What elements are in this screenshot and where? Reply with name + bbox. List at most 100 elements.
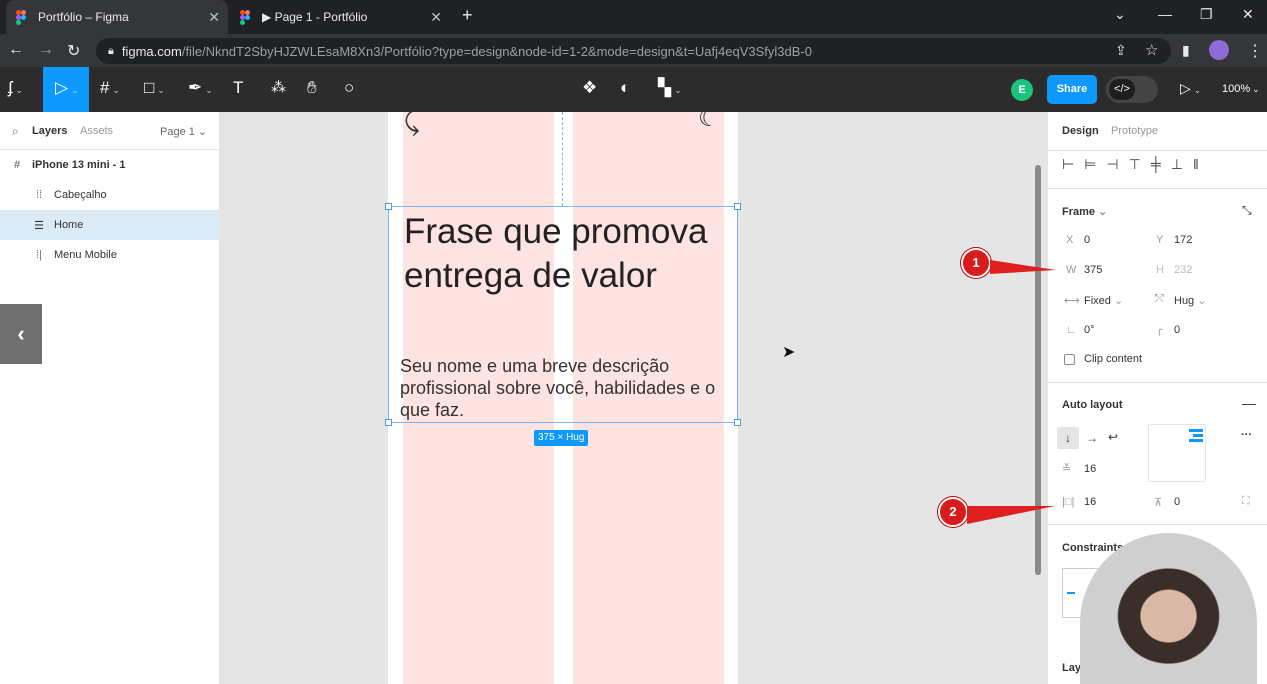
move-tool-button[interactable]: ▷ ⌄ xyxy=(43,67,89,112)
forward-icon[interactable]: → xyxy=(38,41,54,59)
wrap-direction-icon[interactable]: ↩ xyxy=(1108,430,1118,444)
tab-layers[interactable]: Layers xyxy=(32,125,67,137)
height-mode-select[interactable]: Hug ⌄ xyxy=(1174,294,1206,307)
rotation-input[interactable]: 0° xyxy=(1084,324,1095,336)
resources-icon[interactable]: ⁂ xyxy=(271,78,286,96)
close-window-icon[interactable]: ✕ xyxy=(1242,6,1254,23)
avatar[interactable]: E xyxy=(1011,79,1033,101)
remove-auto-layout-icon[interactable]: — xyxy=(1242,395,1256,411)
tab-label: Portfólio – Figma xyxy=(38,10,129,24)
chrome-menu-icon[interactable]: ⋮ xyxy=(1247,41,1263,61)
resize-to-fit-icon[interactable]: ⤡ xyxy=(1242,203,1252,218)
align-bottom-icon[interactable]: ⊥ xyxy=(1171,156,1193,172)
clip-content-checkbox[interactable] xyxy=(1064,354,1075,365)
width-resize-icon: ⟷ xyxy=(1064,295,1080,307)
align-center-h-icon[interactable]: ⊨ xyxy=(1084,156,1106,172)
close-tab-icon[interactable]: ✕ xyxy=(430,9,442,26)
x-input[interactable]: 0 xyxy=(1084,234,1090,246)
reload-icon[interactable]: ↻ xyxy=(67,41,80,61)
design-canvas[interactable]: ⤹ ☾ Frase que promova entrega de valor S… xyxy=(220,112,1047,684)
hero-headline[interactable]: Frase que promova entrega de valor xyxy=(404,210,724,298)
url-input[interactable]: 🔒︎ figma.com /file/NkndT2SbyHJZWLEsaM8Xn… xyxy=(96,38,1171,64)
side-panel-icon[interactable]: ▮ xyxy=(1182,42,1190,59)
figma-toolbar: ʄ ⌄ ▷ ⌄ # ⌄ □ ⌄ ✒ ⌄ T ⁂ ✋︎ ○ ❖ ◐ ▚ ⌄ E Share <… xyxy=(0,67,1267,112)
back-icon[interactable]: ← xyxy=(8,41,24,59)
mouse-cursor-icon: ➤ xyxy=(782,344,796,361)
width-mode-select[interactable]: Fixed ⌄ xyxy=(1084,294,1123,307)
distribute-icon[interactable]: ‖ xyxy=(1193,156,1209,172)
bookmark-star-icon[interactable]: ☆ xyxy=(1145,41,1158,59)
dev-mode-toggle[interactable]: </> xyxy=(1106,76,1158,103)
comment-tool-icon[interactable]: ○ xyxy=(344,78,354,98)
hero-description[interactable]: Seu nome e uma breve descrição profissio… xyxy=(400,355,730,421)
resize-handle[interactable] xyxy=(385,203,392,210)
horizontal-direction-icon[interactable]: → xyxy=(1086,431,1098,445)
tab-assets[interactable]: Assets xyxy=(80,125,113,137)
divider xyxy=(1048,382,1267,383)
maximize-icon[interactable]: ❐ xyxy=(1200,6,1213,23)
layer-iphone-frame[interactable]: # iPhone 13 mini - 1 xyxy=(0,150,219,180)
boolean-ops-icon[interactable]: ▚ ⌄ xyxy=(658,78,682,98)
share-button[interactable]: Share xyxy=(1047,75,1097,104)
individual-padding-icon[interactable]: ⛶ xyxy=(1242,495,1250,508)
callout-arrow-shape xyxy=(990,260,1056,274)
advanced-settings-icon[interactable]: ··· xyxy=(1241,429,1252,441)
pen-tool-icon[interactable]: ✒ ⌄ xyxy=(188,78,213,98)
resize-handle[interactable] xyxy=(385,419,392,426)
vertical-padding-icon: ⊼ xyxy=(1154,497,1163,509)
y-input[interactable]: 172 xyxy=(1174,234,1192,246)
profile-avatar[interactable] xyxy=(1209,40,1229,60)
w-input[interactable]: 375 xyxy=(1084,264,1102,276)
vertical-padding-input[interactable]: 0 xyxy=(1174,496,1180,508)
tab-prototype[interactable]: Prototype xyxy=(1111,125,1158,137)
layer-home[interactable]: ☰ Home xyxy=(0,210,219,240)
browser-tab-strip: Portfólio – Figma ✕ ▶ Page 1 - Portfólio… xyxy=(0,0,1267,34)
zoom-level[interactable]: 100% ⌄ xyxy=(1222,83,1260,95)
resize-handle[interactable] xyxy=(734,419,741,426)
tab-design[interactable]: Design xyxy=(1062,125,1099,137)
alignment-grid[interactable] xyxy=(1148,424,1206,482)
present-icon[interactable]: ▷ ⌄ xyxy=(1180,80,1201,97)
tab-prototype[interactable]: ▶ Page 1 - Portfólio ✕ xyxy=(230,0,450,34)
mask-icon[interactable]: ◐ xyxy=(620,78,630,98)
vertical-direction-button[interactable]: ↓ xyxy=(1057,427,1079,449)
search-icon[interactable]: ⌕ xyxy=(12,124,19,139)
layer-label: Cabeçalho xyxy=(54,189,107,201)
minimize-icon[interactable]: — xyxy=(1158,6,1172,22)
tab-search-icon[interactable]: ⌄ xyxy=(1114,6,1126,23)
frame-tool-icon[interactable]: # ⌄ xyxy=(100,78,120,98)
figma-main-menu-icon[interactable]: ʄ ⌄ xyxy=(8,78,23,98)
moon-icon[interactable]: ☾ xyxy=(698,112,720,133)
radius-input[interactable]: 0 xyxy=(1174,324,1180,336)
gap-input[interactable]: 16 xyxy=(1084,463,1096,475)
horizontal-padding-input[interactable]: 16 xyxy=(1084,496,1096,508)
layers-panel: ⌕ Layers Assets Page 1 ⌄ # iPhone 13 min… xyxy=(0,112,220,684)
close-tab-icon[interactable]: ✕ xyxy=(208,9,220,26)
resize-handle[interactable] xyxy=(734,203,741,210)
align-right-icon[interactable]: ⊣ xyxy=(1106,156,1128,172)
layer-cabecalho[interactable]: ⁞⁞ Cabeçalho xyxy=(0,180,219,210)
hand-tool-icon[interactable]: ✋︎ xyxy=(307,78,317,98)
page-selector[interactable]: Page 1 ⌄ xyxy=(160,125,207,138)
align-middle-icon[interactable]: ╪ xyxy=(1151,156,1171,172)
rectangle-tool-icon[interactable]: □ ⌄ xyxy=(144,78,165,98)
layer-menu-mobile[interactable]: ⁞| Menu Mobile xyxy=(0,240,219,270)
new-tab-icon[interactable]: + xyxy=(462,5,473,26)
component-icon[interactable]: ❖ xyxy=(582,78,597,98)
text-tool-icon[interactable]: T xyxy=(233,78,243,98)
h-input[interactable]: 232 xyxy=(1174,264,1192,276)
spacing-guide xyxy=(562,112,563,206)
alignment-marker xyxy=(1189,439,1203,442)
horizontal-padding-icon: |□| xyxy=(1062,496,1075,508)
share-page-icon[interactable]: ⇪ xyxy=(1115,42,1127,59)
align-top-icon[interactable]: ⊤ xyxy=(1129,156,1151,172)
carousel-prev-button[interactable]: ‹ xyxy=(0,304,42,364)
constraint-left-marker xyxy=(1067,592,1075,594)
alignment-controls[interactable]: ⊢⊨⊣⊤╪⊥‖ xyxy=(1062,156,1209,173)
align-left-icon[interactable]: ⊢ xyxy=(1062,156,1084,172)
vertical-layout-icon: ☰ xyxy=(34,219,44,232)
auto-layout-icon: ⁞⁞ xyxy=(35,189,43,201)
h-label: H xyxy=(1156,264,1164,276)
frame-section-title[interactable]: Frame ⌄ xyxy=(1062,205,1107,218)
tab-figma[interactable]: Portfólio – Figma ✕ xyxy=(6,0,228,34)
